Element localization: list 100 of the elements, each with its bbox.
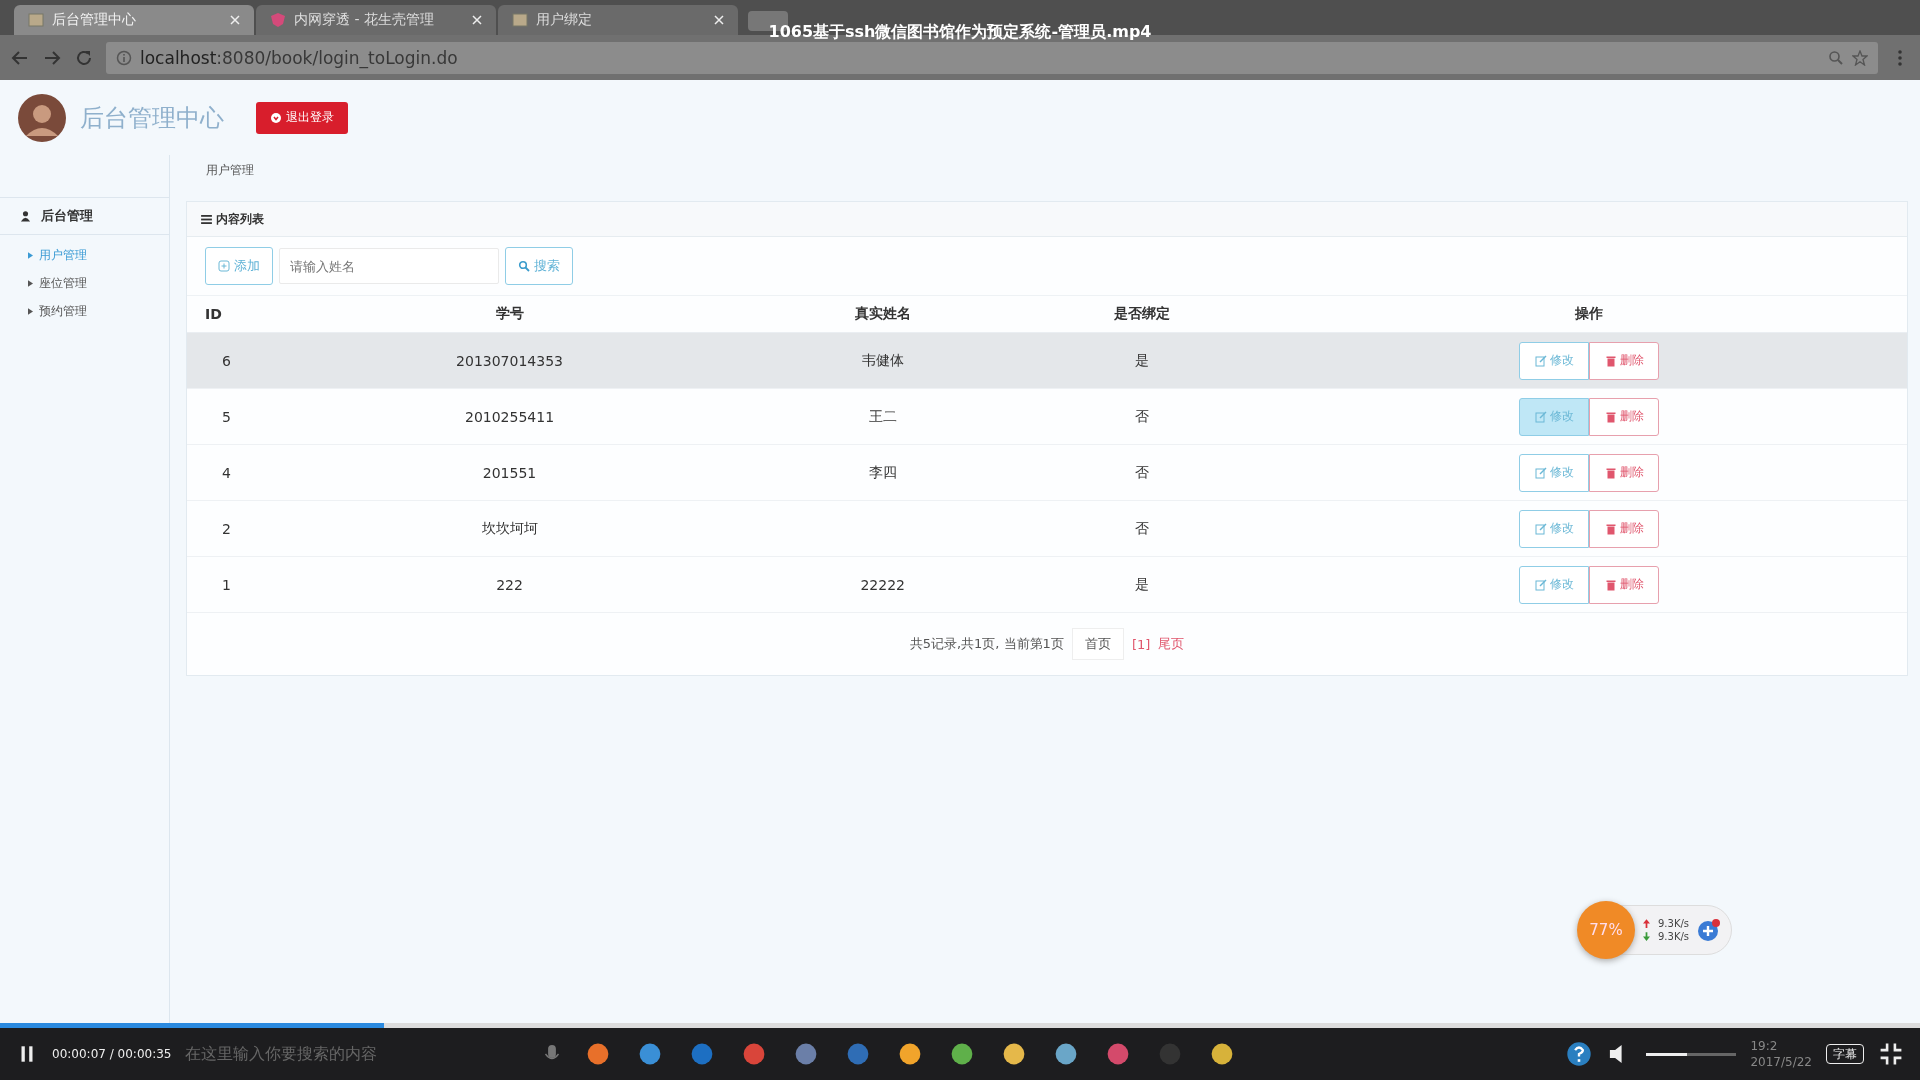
sidebar-item[interactable]: 座位管理 (0, 269, 169, 297)
caret-icon (28, 308, 33, 315)
table-cell: 201307014353 (456, 352, 563, 369)
table-row[interactable]: 2 坎坎坷坷 否 修改 删除 (187, 500, 1907, 557)
upload-rate: 9.3K/s (1658, 918, 1690, 929)
column-header: 是否绑定 (1114, 305, 1171, 321)
plus-icon (218, 260, 230, 272)
section-title: 后台管理 (41, 207, 93, 225)
edit-icon (1534, 410, 1547, 423)
edit-button[interactable]: 修改 (1519, 509, 1590, 548)
logout-button[interactable]: 退出登录 (256, 101, 348, 134)
table-cell: 是 (1135, 575, 1150, 592)
video-title: 1065基于ssh微信图书馆作为预定系统-管理员.mp4 (767, 22, 1153, 43)
video-time: 00:00:07 / 00:00:35 (52, 1047, 172, 1061)
column-header: 学号 (495, 305, 524, 321)
name-search-field[interactable]: 请输入姓名 (279, 248, 499, 284)
avatar (18, 93, 66, 142)
sidebar-item[interactable]: 用户管理 (0, 241, 169, 269)
table-cell: 否 (1135, 407, 1150, 424)
download-rate: 9.3K/s (1658, 931, 1690, 942)
table-cell: 李四 (868, 463, 897, 480)
table-cell: 1 (222, 576, 231, 593)
edit-icon (1534, 466, 1547, 479)
upload-arrow-icon (1643, 919, 1650, 928)
power-icon (270, 111, 282, 124)
exit-fullscreen-icon[interactable] (1878, 1041, 1904, 1067)
star-icon[interactable] (1852, 49, 1868, 66)
breadcrumb[interactable]: 用户管理 (186, 155, 1908, 195)
trash-icon (1604, 410, 1617, 423)
close-icon[interactable] (472, 15, 482, 25)
browser-tab[interactable]: 后台管理中心 (14, 5, 254, 35)
edit-icon (1534, 522, 1547, 535)
last-page-link[interactable]: 尾页 (1158, 635, 1185, 653)
info-icon (116, 49, 132, 66)
first-page-button[interactable]: 首页 (1071, 628, 1124, 660)
download-arrow-icon (1643, 932, 1650, 941)
subtitle-button[interactable]: 字幕 (1826, 1044, 1864, 1064)
list-icon (201, 214, 212, 224)
table-cell: 否 (1135, 463, 1150, 480)
taskbar-search-field[interactable]: 在这里输入你要搜索的内容 (185, 1043, 526, 1065)
shield-icon (270, 12, 286, 28)
trash-icon (1604, 522, 1617, 535)
user-icon (20, 210, 31, 222)
column-header: ID (205, 306, 222, 322)
video-progress-bar[interactable] (0, 1023, 1920, 1028)
table-cell: 4 (222, 464, 231, 481)
search-icon (518, 260, 530, 272)
table-cell: 2010255411 (464, 408, 555, 425)
add-button[interactable]: 添加 (205, 247, 273, 285)
page-number-link[interactable]: [1] (1131, 636, 1151, 652)
edit-button[interactable]: 修改 (1519, 565, 1590, 604)
table-row[interactable]: 6 201307014353 韦健体 是 修改 删除 (187, 332, 1907, 389)
panel-title: 内容列表 (216, 210, 264, 228)
table-cell: 王二 (868, 407, 897, 424)
edit-button[interactable]: 修改 (1519, 341, 1590, 380)
delete-button[interactable]: 删除 (1589, 509, 1660, 548)
edit-icon (1534, 354, 1547, 367)
table-cell: 222 (496, 576, 523, 593)
table-cell: 坎坎坷坷 (481, 519, 538, 536)
table-row[interactable]: 1 222 22222 是 修改 删除 (187, 556, 1907, 613)
site-title: 后台管理中心 (80, 102, 225, 134)
browser-tab[interactable]: 内网穿透 - 花生壳管理 (256, 5, 496, 35)
clock-time: 19:2 (1750, 1038, 1779, 1054)
trash-icon (1604, 578, 1617, 591)
table-cell: 否 (1135, 519, 1150, 536)
table-row[interactable]: 5 2010255411 王二 否 修改 删除 (187, 388, 1907, 445)
column-header: 操作 (1575, 305, 1604, 321)
caret-icon (28, 252, 33, 259)
page-summary: 共5记录,共1页, 当前第1页 (909, 635, 1064, 653)
image-icon (28, 12, 44, 28)
help-icon[interactable] (1566, 1041, 1593, 1067)
delete-button[interactable]: 删除 (1589, 341, 1660, 380)
table-cell: 5 (222, 408, 231, 425)
column-header: 真实姓名 (854, 305, 911, 321)
volume-slider[interactable] (1646, 1052, 1737, 1056)
close-icon[interactable] (714, 15, 724, 25)
table-cell: 韦健体 (861, 351, 904, 368)
trash-icon (1604, 466, 1617, 479)
trash-icon (1604, 354, 1617, 367)
table-cell: 22222 (860, 576, 905, 593)
table-cell: 201551 (482, 464, 537, 481)
table-cell: 是 (1135, 351, 1150, 368)
table-row[interactable]: 4 201551 李四 否 修改 删除 (187, 444, 1907, 501)
edit-icon (1534, 578, 1547, 591)
close-icon[interactable] (230, 15, 240, 25)
address-bar[interactable]: localhost:8080/book/login_toLogin.do (106, 41, 1878, 74)
caret-icon (28, 280, 33, 287)
clock-date: 2017/5/22 (1750, 1054, 1812, 1070)
image-icon (512, 12, 528, 28)
browser-tab[interactable]: 用户绑定 (498, 5, 738, 35)
table-cell: 2 (222, 520, 231, 537)
delete-button[interactable]: 删除 (1589, 453, 1660, 492)
sidebar-item[interactable]: 预约管理 (0, 297, 169, 325)
table-cell: 6 (222, 352, 231, 369)
delete-button[interactable]: 删除 (1589, 565, 1660, 604)
edit-button[interactable]: 修改 (1519, 453, 1590, 492)
delete-button[interactable]: 删除 (1589, 397, 1660, 436)
search-button[interactable]: 搜索 (505, 247, 573, 285)
memory-gauge[interactable]: 77% (1577, 901, 1635, 959)
plus-icon[interactable] (1697, 918, 1722, 942)
